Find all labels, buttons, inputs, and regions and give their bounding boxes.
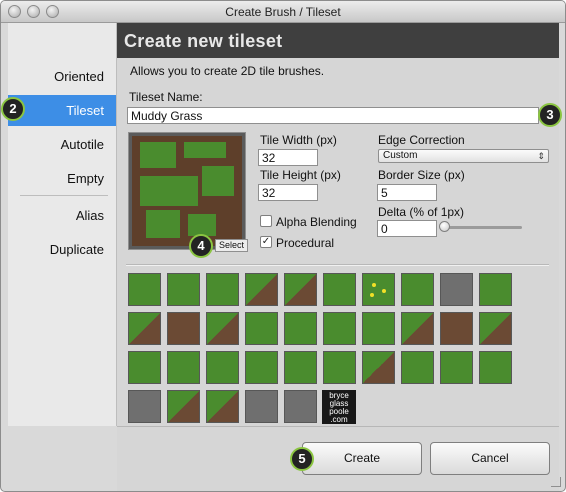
alpha-blending-checkbox[interactable] [260, 215, 272, 227]
cancel-button[interactable]: Cancel [430, 442, 550, 475]
tile-swatch[interactable] [167, 351, 200, 384]
procedural-checkbox[interactable]: ✓ [260, 236, 272, 248]
sidebar-item-oriented[interactable]: Oriented [54, 69, 104, 84]
callout-badge-2: 2 [1, 97, 25, 121]
tile-swatch[interactable] [479, 273, 512, 306]
resize-grip-icon[interactable] [551, 477, 561, 487]
sidebar-item-autotile[interactable]: Autotile [61, 137, 104, 152]
tileset-name-field[interactable]: Muddy Grass [127, 107, 539, 124]
tile-swatch[interactable] [128, 273, 161, 306]
create-button[interactable]: Create [302, 442, 422, 475]
alpha-blending-label: Alpha Blending [276, 215, 357, 229]
edge-correction-value: Custom [383, 150, 418, 161]
border-size-label: Border Size (px) [378, 168, 465, 182]
tile-swatch[interactable] [167, 273, 200, 306]
callout-badge-3: 3 [538, 103, 562, 127]
tile-swatch[interactable] [167, 312, 200, 345]
tile-swatch[interactable] [362, 273, 395, 306]
page-description: Allows you to create 2D tile brushes. [130, 64, 325, 78]
page-title: Create new tileset [124, 31, 283, 51]
edge-correction-select[interactable]: Custom ⇕ [378, 149, 549, 163]
tile-swatch[interactable] [245, 390, 278, 423]
tile-height-label: Tile Height (px) [260, 168, 341, 182]
watermark-line: .com [330, 415, 348, 424]
tile-swatch[interactable] [206, 351, 239, 384]
tile-swatch[interactable] [245, 312, 278, 345]
delta-slider-handle[interactable] [439, 221, 450, 232]
tile-swatch[interactable] [206, 390, 239, 423]
tile-swatch[interactable] [323, 273, 356, 306]
title-bar[interactable]: Create Brush / Tileset [1, 1, 565, 23]
tile-height-field[interactable]: 32 [258, 184, 318, 201]
tile-swatch[interactable] [284, 390, 317, 423]
edge-correction-label: Edge Correction [378, 133, 465, 147]
tile-swatch[interactable] [440, 312, 473, 345]
tile-width-label: Tile Width (px) [260, 133, 337, 147]
tile-swatch[interactable] [284, 312, 317, 345]
tile-swatch[interactable] [128, 390, 161, 423]
tile-swatch[interactable] [401, 273, 434, 306]
tile-swatch[interactable] [323, 351, 356, 384]
tile-swatch[interactable] [362, 351, 395, 384]
border-size-field[interactable]: 5 [377, 184, 437, 201]
select-image-button[interactable]: Select [215, 239, 248, 252]
tile-swatch[interactable] [206, 273, 239, 306]
watermark-tile: bryce glass poole .com [322, 390, 356, 424]
tile-swatch[interactable] [128, 351, 161, 384]
tile-swatch[interactable] [167, 390, 200, 423]
tile-swatch[interactable] [323, 312, 356, 345]
panel-header: Create new tileset [117, 23, 559, 58]
sidebar-item-alias[interactable]: Alias [76, 208, 104, 223]
tile-swatch[interactable] [401, 312, 434, 345]
tile-swatch[interactable] [284, 273, 317, 306]
chevron-updown-icon: ⇕ [537, 151, 545, 161]
tile-swatch[interactable] [206, 312, 239, 345]
tile-swatch[interactable] [128, 312, 161, 345]
section-divider [126, 264, 549, 266]
sidebar-separator [20, 195, 108, 196]
procedural-label: Procedural [276, 236, 335, 250]
tile-swatch[interactable] [440, 351, 473, 384]
create-brush-window: Create Brush / Tileset Oriented Tileset … [0, 0, 566, 492]
sidebar: Oriented Tileset Autotile Empty Alias Du… [8, 23, 117, 426]
tile-swatch[interactable] [245, 351, 278, 384]
tile-width-field[interactable]: 32 [258, 149, 318, 166]
sidebar-item-duplicate[interactable]: Duplicate [50, 242, 104, 257]
delta-label: Delta (% of 1px) [378, 205, 465, 219]
tile-swatch[interactable] [362, 312, 395, 345]
tile-swatch[interactable] [479, 351, 512, 384]
delta-slider-track[interactable] [442, 226, 522, 229]
callout-badge-4: 4 [189, 234, 213, 258]
tileset-preview [128, 132, 246, 250]
tile-swatch[interactable] [245, 273, 278, 306]
sidebar-item-empty[interactable]: Empty [67, 171, 104, 186]
tile-swatch[interactable] [479, 312, 512, 345]
tile-swatch[interactable] [401, 351, 434, 384]
tileset-preview-image [132, 136, 242, 246]
callout-badge-5: 5 [290, 447, 314, 471]
tileset-name-label: Tileset Name: [129, 90, 203, 104]
tile-swatch[interactable] [284, 351, 317, 384]
tile-swatch[interactable] [440, 273, 473, 306]
delta-field[interactable]: 0 [377, 220, 437, 237]
window-title: Create Brush / Tileset [225, 5, 341, 19]
checkmark-icon: ✓ [261, 236, 271, 247]
